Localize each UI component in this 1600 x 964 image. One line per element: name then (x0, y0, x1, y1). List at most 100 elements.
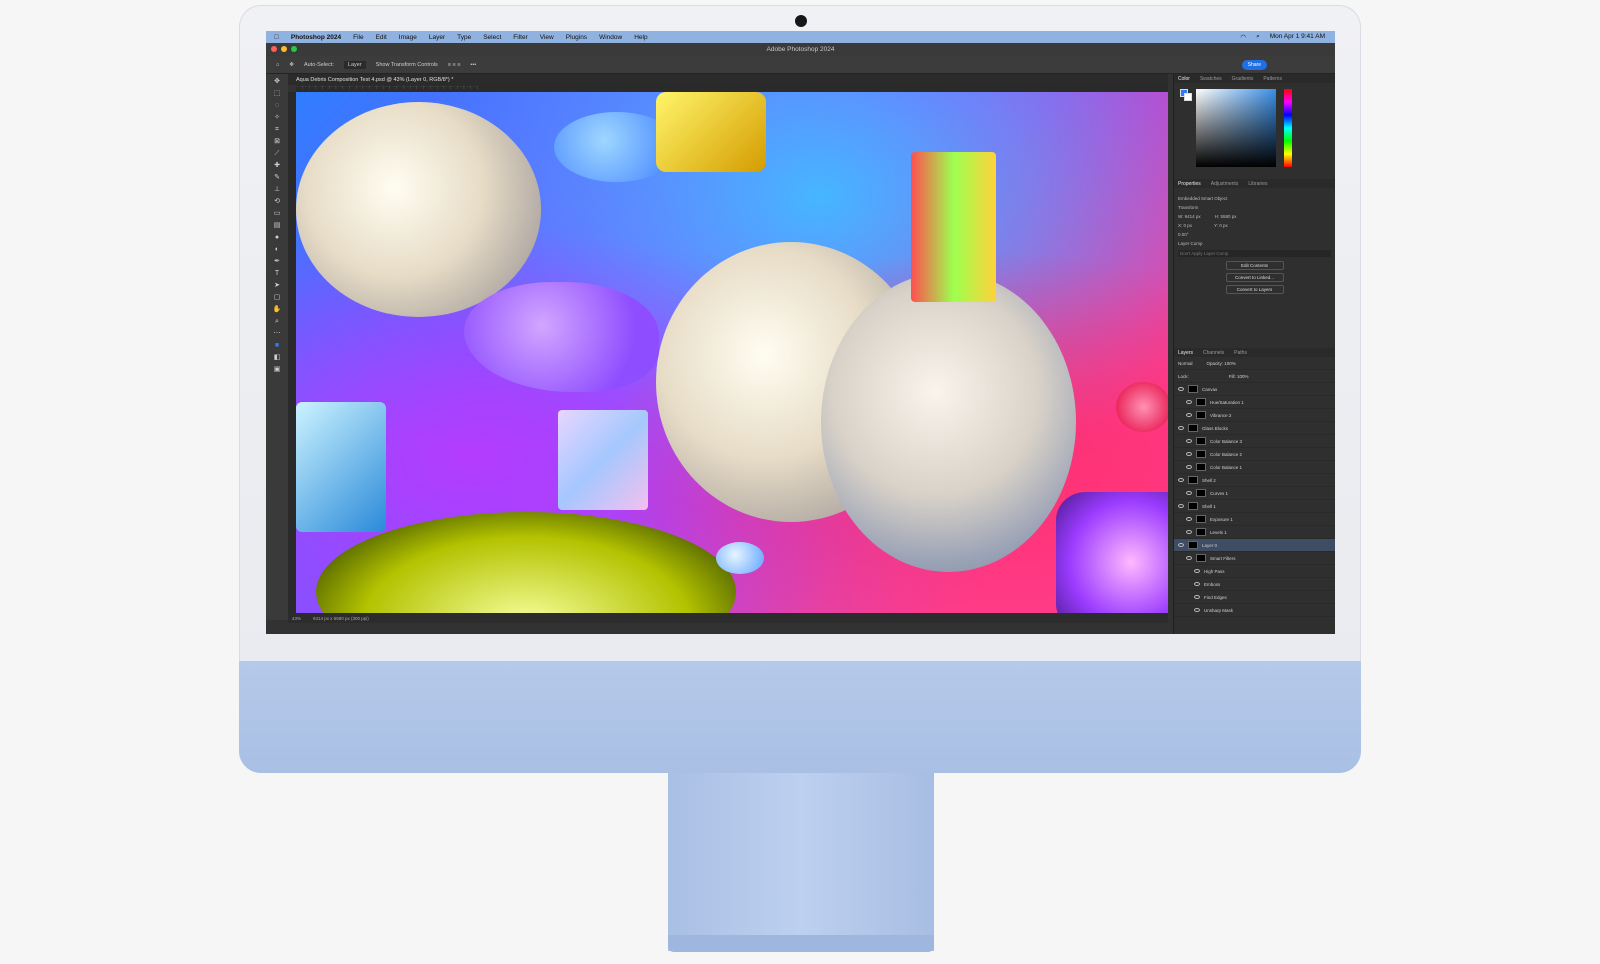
x-field[interactable]: X: 0 px (1178, 223, 1192, 228)
align-icon[interactable]: ≡ ≡ ≡ (448, 62, 461, 68)
clock[interactable]: Mon Apr 1 9:41 AM (1270, 33, 1325, 41)
menu-edit[interactable]: Edit (376, 34, 387, 41)
home-icon[interactable]: ⌂ (276, 62, 279, 68)
layer-row[interactable]: Color Balance 3 (1174, 435, 1335, 448)
visibility-eye-icon[interactable] (1186, 413, 1192, 417)
stamp-icon[interactable]: ⊥ (272, 186, 282, 194)
screen-mode-icon[interactable]: ▣ (272, 366, 282, 374)
visibility-eye-icon[interactable] (1194, 595, 1200, 599)
layer-row[interactable]: Hue/Saturation 1 (1174, 396, 1335, 409)
layer-name[interactable]: Unsharp Mask (1204, 608, 1233, 613)
visibility-eye-icon[interactable] (1186, 556, 1192, 560)
layer-name[interactable]: Find Edges (1204, 595, 1227, 600)
blur-icon[interactable]: ● (272, 234, 282, 242)
layer-name[interactable]: Color Balance 3 (1210, 439, 1242, 444)
tab-gradients[interactable]: Gradients (1232, 76, 1254, 82)
tab-patterns[interactable]: Patterns (1263, 76, 1282, 82)
tab-layers[interactable]: Layers (1178, 350, 1193, 356)
fill-field[interactable]: Fill: 100% (1229, 374, 1249, 379)
shape-icon[interactable]: ▢ (272, 294, 282, 302)
layer-name[interactable]: High Pass (1204, 569, 1225, 574)
layer-row[interactable]: Glass Blocks (1174, 422, 1335, 435)
tab-swatches[interactable]: Swatches (1200, 76, 1222, 82)
eyedropper-icon[interactable]: ⟋ (272, 150, 282, 158)
layer-name[interactable]: Layer 0 (1202, 543, 1217, 548)
type-icon[interactable]: T (272, 270, 282, 278)
more-icon[interactable]: ••• (470, 62, 476, 68)
tab-channels[interactable]: Channels (1203, 350, 1224, 356)
visibility-eye-icon[interactable] (1178, 504, 1184, 508)
layer-row[interactable]: Exposure 1 (1174, 513, 1335, 526)
quick-mask-icon[interactable]: ◧ (272, 354, 282, 362)
blend-mode-select[interactable]: Normal (1178, 361, 1193, 366)
visibility-eye-icon[interactable] (1194, 608, 1200, 612)
visibility-eye-icon[interactable] (1194, 582, 1200, 586)
convert-to-linked-button[interactable]: Convert to Linked... (1225, 273, 1284, 282)
pen-icon[interactable]: ✒ (272, 258, 282, 266)
layer-name[interactable]: Hue/Saturation 1 (1210, 400, 1244, 405)
background-swatch[interactable] (1184, 93, 1192, 101)
menu-plugins[interactable]: Plugins (566, 34, 587, 41)
menu-layer[interactable]: Layer (429, 34, 445, 41)
move-icon[interactable]: ✥ (272, 78, 282, 86)
menu-file[interactable]: File (353, 34, 363, 41)
layer-name[interactable]: Glass Blocks (1202, 426, 1228, 431)
search-icon[interactable]: ⌕ (1256, 33, 1260, 41)
menu-view[interactable]: View (540, 34, 554, 41)
menu-select[interactable]: Select (483, 34, 501, 41)
more-tools-icon[interactable]: ⋯ (272, 330, 282, 338)
menu-image[interactable]: Image (399, 34, 417, 41)
convert-to-layers-button[interactable]: Convert to Layers (1225, 285, 1284, 294)
transform-controls-checkbox[interactable]: Show Transform Controls (376, 62, 438, 68)
frame-icon[interactable]: ⊠ (272, 138, 282, 146)
menu-window[interactable]: Window (599, 34, 622, 41)
close-icon[interactable] (271, 46, 277, 52)
opacity-field[interactable]: Opacity: 100% (1207, 361, 1236, 366)
wifi-icon[interactable]: ◠ (1240, 33, 1246, 41)
share-button[interactable]: Share (1241, 60, 1267, 70)
tab-properties[interactable]: Properties (1178, 181, 1201, 187)
layer-name[interactable]: Canvas (1202, 387, 1217, 392)
visibility-eye-icon[interactable] (1178, 478, 1184, 482)
layer-select-dropdown[interactable]: Layer (343, 60, 366, 69)
layer-row[interactable]: Smart Filters (1174, 552, 1335, 565)
visibility-eye-icon[interactable] (1186, 530, 1192, 534)
tab-color[interactable]: Color (1178, 76, 1190, 82)
visibility-eye-icon[interactable] (1186, 400, 1192, 404)
path-select-icon[interactable]: ➤ (272, 282, 282, 290)
layer-row[interactable]: Layer 0 (1174, 539, 1335, 552)
healing-icon[interactable]: ✚ (272, 162, 282, 170)
artwork-canvas[interactable] (296, 92, 1168, 613)
saturation-field[interactable] (1196, 89, 1276, 167)
layer-row[interactable]: Find Edges (1174, 591, 1335, 604)
layer-row[interactable]: Shell 1 (1174, 500, 1335, 513)
layer-row[interactable]: Curves 1 (1174, 487, 1335, 500)
crop-icon[interactable]: ⌗ (272, 126, 282, 134)
layer-name[interactable]: Vibrance 2 (1210, 413, 1231, 418)
edit-contents-button[interactable]: Edit Contents (1225, 261, 1284, 270)
zoom-tool-icon[interactable]: ⌕ (272, 318, 282, 326)
layer-name[interactable]: Exposure 1 (1210, 517, 1233, 522)
document-tab[interactable]: Aqua Debris Composition Test 4.psd @ 43%… (288, 74, 1168, 85)
app-menu[interactable]: Photoshop 2024 (291, 34, 341, 41)
tab-libraries[interactable]: Libraries (1248, 181, 1267, 187)
layer-row[interactable]: Canvas (1174, 383, 1335, 396)
layer-row[interactable]: High Pass (1174, 565, 1335, 578)
visibility-eye-icon[interactable] (1186, 465, 1192, 469)
move-tool-icon[interactable]: ✥ (289, 62, 294, 68)
hand-icon[interactable]: ✋ (272, 306, 282, 314)
brush-icon[interactable]: ✎ (272, 174, 282, 182)
eraser-icon[interactable]: ▭ (272, 210, 282, 218)
marquee-icon[interactable]: ⬚ (272, 90, 282, 98)
layer-name[interactable]: Color Balance 1 (1210, 465, 1242, 470)
zoom-level[interactable]: 43% (292, 616, 301, 621)
layer-name[interactable]: Curves 1 (1210, 491, 1228, 496)
menu-type[interactable]: Type (457, 34, 471, 41)
gradient-icon[interactable]: ▤ (272, 222, 282, 230)
visibility-eye-icon[interactable] (1194, 569, 1200, 573)
menu-help[interactable]: Help (634, 34, 647, 41)
layer-row[interactable]: Unsharp Mask (1174, 604, 1335, 617)
layer-row[interactable]: Color Balance 1 (1174, 461, 1335, 474)
height-field[interactable]: H: 5580 px (1215, 214, 1237, 219)
layer-row[interactable]: Levels 1 (1174, 526, 1335, 539)
